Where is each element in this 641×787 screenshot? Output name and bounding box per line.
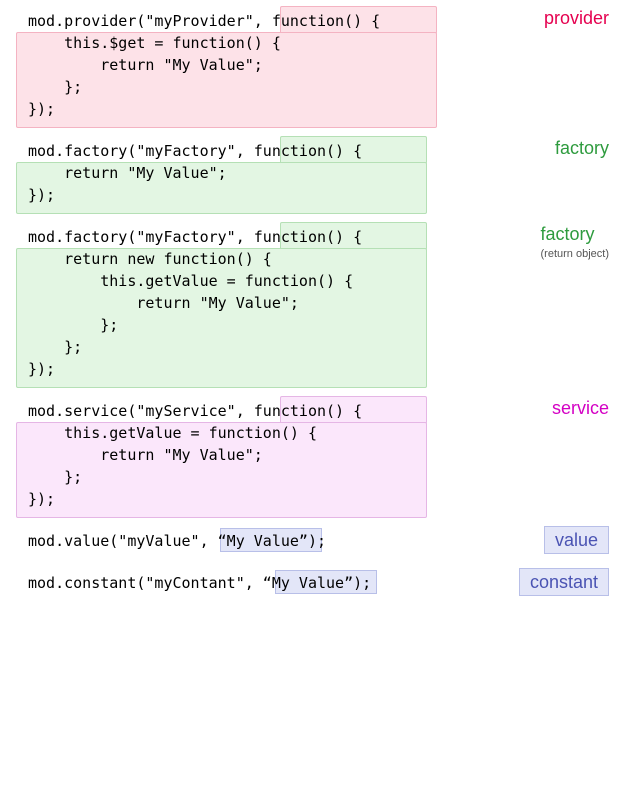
factory1-code: mod.factory("myFactory", function() { re… [28, 140, 641, 206]
provider-block: provider mod.provider("myProvider", func… [0, 0, 641, 130]
factory2-label-text: factory [541, 224, 595, 244]
value-label: value [544, 526, 609, 554]
service-code: mod.service("myService", function() { th… [28, 400, 641, 510]
factory2-block: factory (return object) mod.factory("myF… [0, 216, 641, 390]
service-label: service [552, 398, 609, 418]
value-block: value mod.value("myValue", “My Value”); [0, 520, 641, 562]
factory2-label: factory (return object) [541, 224, 609, 264]
service-block: service mod.service("myService", functio… [0, 390, 641, 520]
provider-label: provider [544, 8, 609, 28]
factory-label: factory [555, 138, 609, 158]
factory1-block: factory mod.factory("myFactory", functio… [0, 130, 641, 216]
factory2-sub-label: (return object) [541, 244, 609, 264]
constant-label: constant [519, 568, 609, 596]
constant-block: constant mod.constant("myContant", “My V… [0, 562, 641, 604]
